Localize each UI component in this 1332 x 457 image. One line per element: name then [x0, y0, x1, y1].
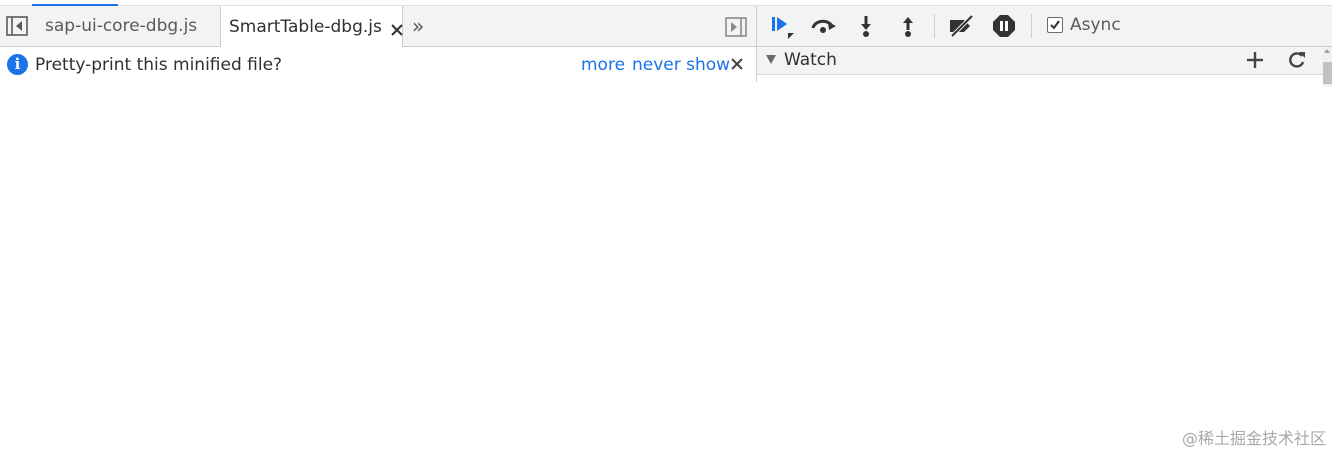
never-show-link[interactable]: never show — [632, 55, 730, 75]
info-icon: i — [7, 54, 28, 75]
show-navigator-icon[interactable] — [6, 16, 28, 36]
deactivate-breakpoints-icon[interactable] — [947, 14, 974, 38]
debugger-toolbar: Async — [757, 6, 1332, 47]
pause-on-exceptions-icon[interactable] — [991, 14, 1017, 38]
async-toggle[interactable]: Async — [1047, 15, 1121, 35]
step-into-icon[interactable] — [853, 14, 879, 38]
watermark: @稀土掘金技术社区 — [1181, 429, 1326, 448]
pretty-print-infobar: i Pretty-print this minified file? more … — [0, 47, 757, 83]
editor-pane: sap-ui-core-dbg.js SmartTable-dbg.js » i… — [0, 6, 757, 457]
resume-icon[interactable] — [769, 14, 795, 39]
toggle-debugger-panel-icon[interactable] — [725, 17, 747, 37]
watch-section-header[interactable]: Watch — [757, 47, 1323, 75]
step-over-icon[interactable] — [810, 14, 836, 38]
tab-smarttable[interactable]: SmartTable-dbg.js — [220, 6, 403, 47]
toolbar-divider — [1031, 14, 1032, 38]
close-tab-icon[interactable] — [390, 20, 403, 36]
step-out-icon[interactable] — [895, 14, 921, 38]
editor-tab-bar: sap-ui-core-dbg.js SmartTable-dbg.js » — [0, 6, 757, 47]
async-checkbox[interactable] — [1047, 17, 1063, 33]
add-watch-icon[interactable] — [1246, 51, 1264, 69]
scroll-up-arrow-icon[interactable] — [1324, 49, 1330, 53]
tab-label: sap-ui-core-dbg.js — [45, 16, 198, 36]
tab-sap-ui-core[interactable]: sap-ui-core-dbg.js — [33, 6, 218, 46]
scroll-thumb[interactable] — [1323, 62, 1332, 84]
close-infobar-icon[interactable] — [729, 56, 745, 72]
infobar-message: Pretty-print this minified file? — [35, 55, 283, 75]
expand-arrow-icon — [766, 55, 776, 64]
tab-label: SmartTable-dbg.js — [229, 16, 382, 37]
toolbar-divider — [934, 14, 935, 38]
debugger-sidebar: Async Watch — [757, 6, 1332, 457]
watch-title: Watch — [784, 50, 837, 70]
refresh-watch-icon[interactable] — [1288, 51, 1306, 69]
async-label: Async — [1070, 15, 1121, 35]
sidebar-scrollbar[interactable] — [1323, 47, 1332, 87]
more-link[interactable]: more — [581, 55, 625, 75]
more-tabs-icon[interactable]: » — [412, 14, 424, 38]
